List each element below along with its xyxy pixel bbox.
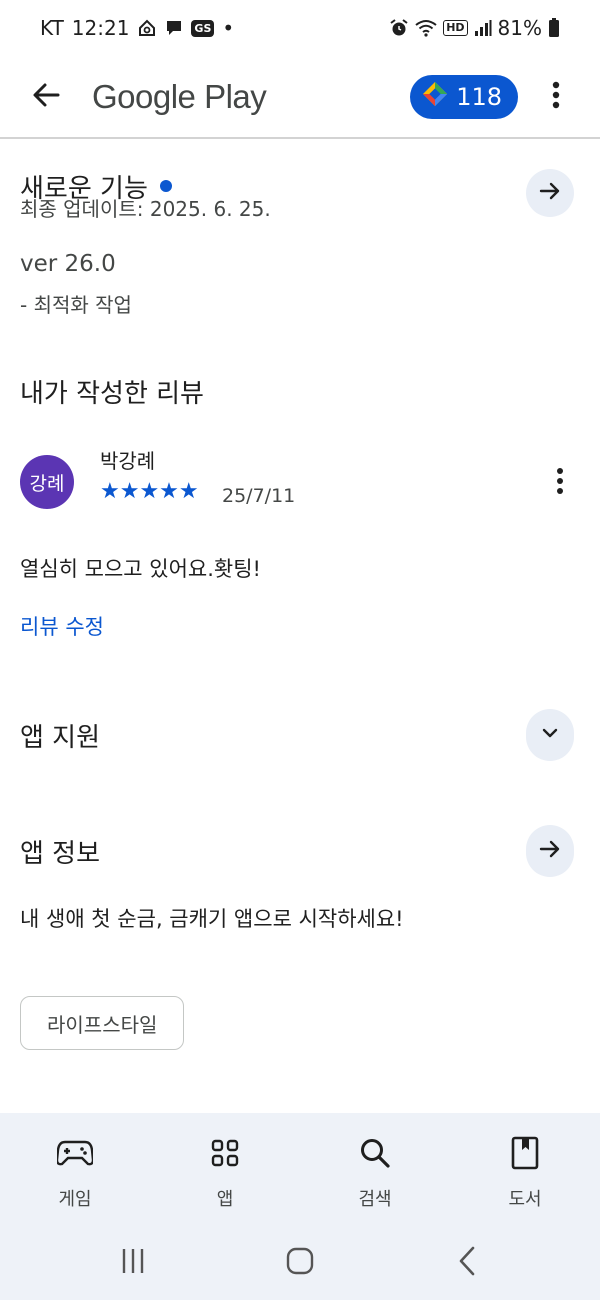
arrow-back-icon (31, 80, 61, 114)
app-support-header[interactable]: 앱 지원 (20, 709, 574, 761)
battery-icon (548, 18, 560, 38)
more-vert-icon (556, 467, 564, 499)
arrow-forward-icon (538, 179, 562, 207)
clock: 12:21 (71, 16, 130, 40)
new-indicator-dot (159, 180, 172, 192)
nav-label-search: 검색 (358, 1189, 392, 1210)
avatar: 강례 (20, 455, 74, 509)
alarm-icon (389, 18, 409, 38)
carrier-label: KT (40, 16, 64, 40)
app-title: Google Play (92, 78, 267, 115)
hd-voice-icon: HD (443, 20, 468, 36)
nav-item-search[interactable]: 검색 (300, 1113, 450, 1225)
gamepad-icon (55, 1133, 95, 1173)
app-bar: Google Play 118 (0, 56, 600, 138)
review-date: 25/7/11 (222, 485, 296, 507)
status-right: HD 81% (389, 16, 560, 40)
home-icon (285, 1246, 315, 1280)
message-icon (165, 19, 183, 37)
hd-label: HD (446, 21, 465, 34)
review-body: 열심히 모으고 있어요.홧팅! (20, 557, 261, 581)
nav-label-games: 게임 (58, 1189, 92, 1210)
apps-grid-icon (205, 1133, 245, 1173)
edit-review-link[interactable]: 리뷰 수정 (20, 611, 104, 641)
book-icon (505, 1133, 545, 1173)
app-support-expand-button[interactable] (526, 709, 574, 761)
bottom-navigation: 게임 앱 검색 도서 (0, 1113, 600, 1225)
nav-item-games[interactable]: 게임 (0, 1113, 150, 1225)
app-info-arrow-button[interactable] (526, 825, 574, 877)
app-support-title: 앱 지원 (20, 722, 101, 753)
review-more-button[interactable] (544, 465, 576, 501)
arrow-forward-icon (538, 837, 562, 865)
reviewer-name: 박강례 (100, 449, 156, 473)
home-sync-icon (137, 18, 157, 38)
play-points-icon (422, 81, 448, 113)
app-details-content[interactable]: 새로운 기능 최종 업데이트: 2025. 6. 25. ver 26.0 - … (0, 139, 600, 1113)
chevron-left-icon (456, 1246, 478, 1280)
release-notes-text: - 최적화 작업 (20, 293, 132, 317)
system-navigation-bar (0, 1225, 600, 1300)
home-button[interactable] (270, 1238, 330, 1288)
play-points-button[interactable]: 118 (410, 75, 518, 119)
chevron-down-icon (540, 723, 560, 747)
recent-apps-icon (119, 1247, 147, 1279)
recent-apps-button[interactable] (103, 1238, 163, 1288)
gs-app-icon: GS (191, 19, 215, 37)
status-bar: KT 12:21 GS • HD 81% (0, 0, 600, 56)
app-description: 내 생애 첫 순금, 금캐기 앱으로 시작하세요! (20, 907, 404, 931)
more-options-button[interactable] (532, 73, 580, 121)
category-chip[interactable]: 라이프스타일 (20, 996, 185, 1050)
back-button[interactable] (20, 71, 72, 123)
whats-new-arrow-button[interactable] (526, 169, 574, 217)
search-icon (355, 1133, 395, 1173)
my-review-header: 내가 작성한 리뷰 (20, 373, 574, 410)
more-vert-icon (552, 81, 560, 113)
my-review-title: 내가 작성한 리뷰 (20, 379, 204, 409)
nav-label-apps: 앱 (216, 1189, 234, 1210)
system-back-button[interactable] (437, 1238, 497, 1288)
notification-dot: • (222, 16, 235, 40)
play-points-count: 118 (456, 83, 502, 111)
nav-label-books: 도서 (508, 1189, 542, 1210)
version-text: ver 26.0 (20, 251, 116, 277)
wifi-icon (415, 19, 437, 37)
signal-icon (474, 19, 492, 37)
battery-percent: 81% (497, 16, 542, 40)
status-left: KT 12:21 GS • (40, 16, 234, 40)
app-info-title: 앱 정보 (20, 838, 101, 869)
nav-item-apps[interactable]: 앱 (150, 1113, 300, 1225)
app-info-header[interactable]: 앱 정보 (20, 825, 574, 877)
star-rating: ★★★★★ (100, 479, 199, 504)
last-updated-text: 최종 업데이트: 2025. 6. 25. (20, 197, 271, 221)
nav-item-books[interactable]: 도서 (450, 1113, 600, 1225)
